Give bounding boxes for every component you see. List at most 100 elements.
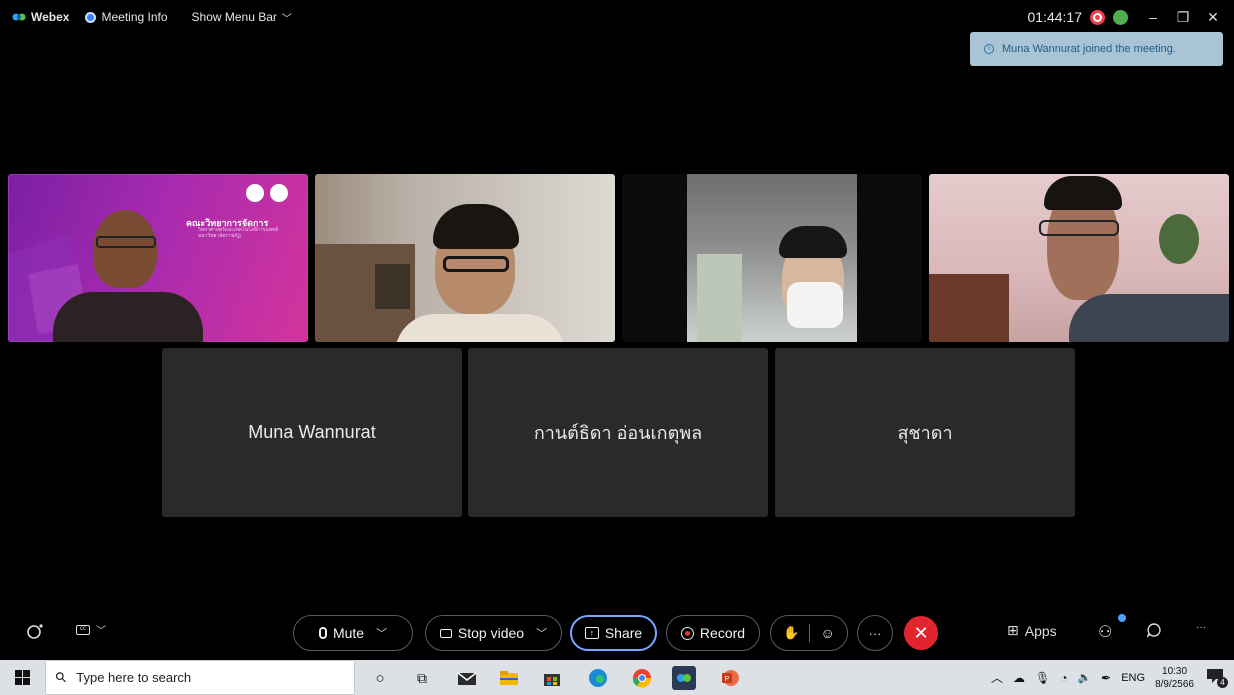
- participant-tile-no-video[interactable]: กานต์ธิดา อ่อนเกตุพล: [468, 348, 768, 517]
- background-frame: [375, 264, 410, 309]
- apps-grid-icon: ⊞: [1007, 622, 1019, 638]
- participant-hair: [433, 204, 519, 249]
- notification-center-button[interactable]: 4: [1206, 668, 1228, 688]
- more-panels-button[interactable]: ···: [1196, 622, 1206, 633]
- meeting-info-button[interactable]: Meeting Info: [75, 0, 168, 34]
- participant-glasses: [1039, 220, 1119, 236]
- layout-button[interactable]: [26, 622, 44, 640]
- restore-button[interactable]: ❐: [1172, 9, 1194, 26]
- participant-tile-no-video[interactable]: สุชาดา: [775, 348, 1075, 517]
- chevron-down-icon[interactable]: ﹀: [376, 625, 387, 641]
- show-menu-bar-button[interactable]: Show Menu Bar ﹀: [182, 0, 292, 34]
- participant-video-2[interactable]: [315, 174, 615, 342]
- chevron-down-icon: ﹀: [281, 13, 292, 25]
- participant-video-3[interactable]: [622, 174, 922, 342]
- show-hidden-icons-icon[interactable]: ︿: [991, 669, 1003, 686]
- end-call-button[interactable]: ✕: [904, 616, 938, 650]
- task-view-icon[interactable]: ⧉: [410, 666, 434, 690]
- minimize-button[interactable]: –: [1142, 9, 1164, 25]
- chat-icon: [1146, 623, 1161, 638]
- windows-taskbar: ⚲ Type here to search ○ ⧉ P ︿ ☁ 🎙 ◔ 🔈 ✒ …: [0, 660, 1234, 695]
- faculty-logo-icon: [270, 184, 288, 202]
- participant-body: [395, 314, 565, 342]
- windows-logo-icon: [15, 670, 30, 685]
- participants-button[interactable]: ⚇: [1098, 622, 1112, 642]
- stop-video-button[interactable]: Stop video ﹀: [425, 615, 562, 651]
- svg-text:P: P: [725, 676, 730, 683]
- university-logo-icon: [246, 184, 264, 202]
- search-placeholder: Type here to search: [76, 670, 192, 685]
- recording-status-icon[interactable]: [1090, 9, 1105, 25]
- mute-label: Mute: [332, 625, 365, 641]
- clock[interactable]: 10:30 8/9/2566: [1155, 665, 1194, 691]
- mute-button[interactable]: Mute ﹀: [293, 615, 413, 651]
- chevron-down-icon[interactable]: ﹀: [536, 625, 547, 641]
- reactions-group: ✋ ☺: [770, 615, 848, 651]
- more-options-button[interactable]: ···: [857, 615, 893, 651]
- participant-face: [93, 210, 157, 288]
- webex-app-icon[interactable]: [672, 666, 696, 690]
- wifi-icon[interactable]: ◔: [1060, 671, 1067, 685]
- chrome-browser-icon[interactable]: [630, 666, 654, 690]
- divider: [809, 624, 811, 642]
- car-interior-background: [687, 174, 857, 342]
- app-name: Webex: [31, 10, 70, 24]
- system-tray: ︿ ☁ 🎙 ◔ 🔈 ✒ ENG 10:30 8/9/2566: [991, 660, 1194, 695]
- clock-date: 8/9/2566: [1155, 678, 1194, 690]
- participant-glasses: [443, 256, 509, 272]
- participant-video-4[interactable]: [929, 174, 1229, 342]
- participant-tile-no-video[interactable]: Muna Wannurat: [162, 348, 462, 517]
- taskbar-search[interactable]: ⚲ Type here to search: [45, 660, 355, 695]
- share-button[interactable]: ↑ Share: [570, 615, 657, 651]
- participant-body: [1069, 294, 1229, 342]
- show-menu-bar-label: Show Menu Bar: [191, 10, 277, 24]
- video-camera-icon: [439, 628, 452, 638]
- volume-icon[interactable]: 🔈: [1077, 671, 1091, 684]
- share-label: Share: [604, 625, 643, 641]
- background-plant: [1159, 214, 1199, 264]
- file-explorer-icon[interactable]: [497, 666, 521, 690]
- network-health-icon[interactable]: [1113, 9, 1128, 25]
- close-button[interactable]: ✕: [1202, 9, 1224, 26]
- apps-button[interactable]: ⊞ Apps: [1007, 622, 1057, 639]
- participant-name: Muna Wannurat: [248, 422, 376, 442]
- participant-mask: [787, 282, 843, 328]
- microphone-tray-icon[interactable]: 🎙: [1035, 671, 1050, 685]
- webex-brand[interactable]: Webex: [0, 0, 69, 34]
- start-button[interactable]: [0, 660, 45, 695]
- record-label: Record: [699, 625, 746, 641]
- microsoft-store-icon[interactable]: [540, 666, 564, 690]
- edge-browser-icon[interactable]: [586, 666, 610, 690]
- participants-icon: ⚇: [1098, 624, 1113, 641]
- raise-hand-icon[interactable]: ✋: [783, 625, 799, 641]
- clock-time: 10:30: [1162, 665, 1188, 677]
- onedrive-icon[interactable]: ☁: [1013, 671, 1025, 685]
- meeting-controls: cc ﹀ Mute ﹀ Stop video ﹀ ↑ Share Record …: [0, 612, 1234, 656]
- input-language[interactable]: ENG: [1121, 672, 1145, 684]
- search-icon: ⚲: [51, 667, 71, 687]
- mail-icon[interactable]: [455, 666, 479, 690]
- participant-video-1[interactable]: คณะวิทยาการจัดการ วิทยาศาสตร์และเทคโนโลย…: [8, 174, 308, 342]
- participant-name: กานต์ธิดา อ่อนเกตุพล: [533, 423, 703, 443]
- record-icon: [680, 626, 694, 640]
- layout-icon: [27, 624, 43, 639]
- join-notification-toast: i Muna Wannurat joined the meeting.: [970, 32, 1223, 66]
- participant-glasses: [96, 236, 156, 248]
- reactions-icon[interactable]: ☺: [820, 625, 834, 641]
- close-icon: ✕: [913, 622, 929, 643]
- cortana-icon[interactable]: ○: [368, 666, 392, 690]
- car-window: [697, 254, 742, 342]
- title-bar: Webex Meeting Info Show Menu Bar ﹀ 01:44…: [0, 0, 1234, 34]
- record-button[interactable]: Record: [666, 615, 760, 651]
- title-bar-right: 01:44:17 – ❐ ✕: [1028, 0, 1225, 34]
- captions-button[interactable]: cc ﹀: [76, 622, 106, 637]
- microphone-icon: [318, 627, 327, 639]
- share-screen-icon: ↑: [584, 627, 599, 639]
- participant-name: สุชาดา: [897, 423, 953, 443]
- pen-icon[interactable]: ✒: [1101, 671, 1111, 685]
- webex-logo-icon: [12, 13, 26, 21]
- chat-button[interactable]: [1146, 622, 1162, 638]
- meeting-timer: 01:44:17: [1027, 9, 1083, 25]
- powerpoint-icon[interactable]: P: [718, 666, 742, 690]
- stop-video-label: Stop video: [457, 625, 525, 641]
